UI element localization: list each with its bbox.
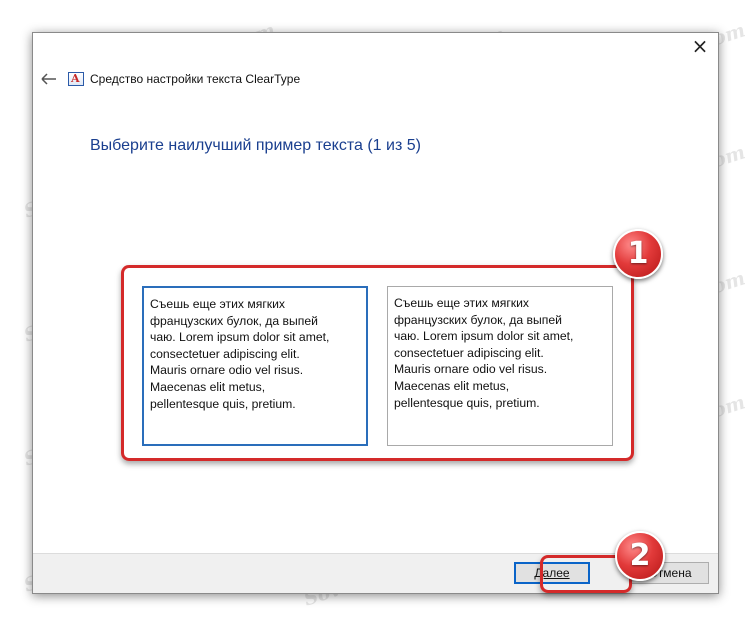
next-button[interactable]: Далее [514, 562, 590, 584]
sample-text-line: чаю. Lorem ipsum dolor sit amet, [394, 329, 574, 344]
sample-text-line: Maecenas elit metus, [394, 378, 510, 393]
sample-text-line: Mauris ornare odio vel risus. [394, 362, 548, 377]
page-title: Выберите наилучший пример текста (1 из 5… [90, 137, 421, 154]
callout-badge-1: 1 [613, 229, 663, 279]
text-sample-option-2[interactable]: Съешь еще этих мягких французских булок,… [387, 286, 613, 446]
sample-text-line: pellentesque quis, pretium. [150, 396, 296, 411]
sample-text-line: французских булок, да выпей [150, 313, 318, 328]
cleartype-app-icon: A [68, 72, 84, 86]
text-sample-option-1[interactable]: Съешь еще этих мягких французских булок,… [142, 286, 368, 446]
close-button[interactable]: × [686, 35, 714, 59]
sample-text-line: pellentesque quis, pretium. [394, 395, 540, 410]
sample-text-line: Maecenas elit metus, [150, 379, 266, 394]
title-bar: A Средство настройки текста ClearType [39, 69, 300, 89]
sample-text-line: Съешь еще этих мягких [150, 297, 286, 311]
sample-text-line: французских булок, да выпей [394, 312, 562, 327]
sample-text-line: Съешь еще этих мягких [394, 296, 530, 310]
cleartype-dialog: × A Средство настройки текста ClearType … [32, 32, 719, 594]
sample-text-line: consectetuer adipiscing elit. [150, 346, 300, 361]
sample-text-line: consectetuer adipiscing elit. [394, 345, 544, 360]
sample-text-line: чаю. Lorem ipsum dolor sit amet, [150, 330, 330, 345]
window-title: Средство настройки текста ClearType [90, 72, 301, 86]
callout-badge-2: 2 [615, 531, 665, 581]
sample-text-line: Mauris ornare odio vel risus. [150, 363, 304, 378]
back-arrow-icon[interactable] [39, 71, 61, 87]
